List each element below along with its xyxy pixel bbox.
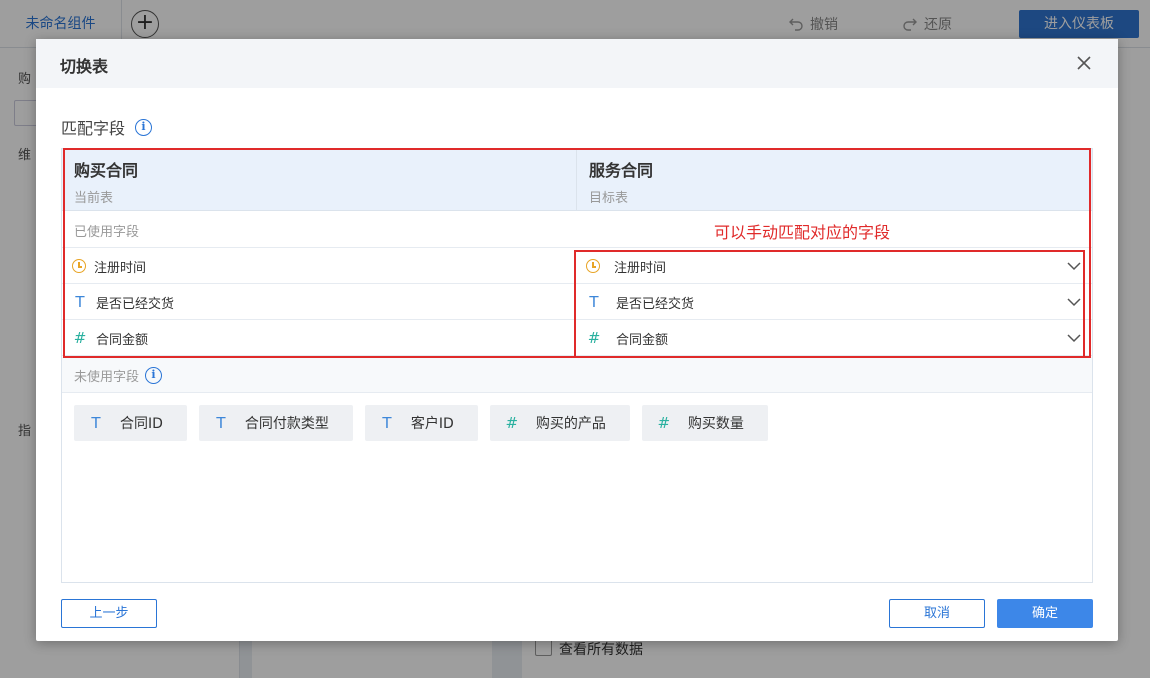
- chip-label: 合同付款类型: [244, 416, 329, 432]
- switch-table-dialog: 切换表 匹配字段 i 购买合同 当前表 服务合同 目标表 已使用字段 可以手动匹…: [36, 39, 1118, 641]
- target-field-select[interactable]: 注册时间: [576, 248, 1092, 284]
- current-field: T 是否已经交货: [62, 284, 574, 320]
- current-field-label: 是否已经交货: [96, 296, 175, 312]
- unused-fields-label-group: 未使用字段 i: [74, 366, 163, 385]
- target-table-subtitle: 目标表: [589, 191, 629, 206]
- text-type-icon: T: [589, 293, 599, 311]
- chip-label: 购买的产品: [535, 416, 606, 432]
- dialog-title: 切换表: [60, 57, 109, 76]
- target-field-value: 注册时间: [614, 260, 667, 276]
- number-type-icon: #: [657, 414, 671, 432]
- text-type-icon: T: [75, 293, 85, 311]
- text-type-icon: T: [91, 414, 101, 432]
- target-field-select[interactable]: T 是否已经交货: [576, 284, 1092, 320]
- used-fields-header: 已使用字段 可以手动匹配对应的字段: [62, 211, 1092, 248]
- target-field-value: 是否已经交货: [616, 296, 695, 312]
- current-field: 注册时间: [62, 248, 574, 284]
- clock-icon: [72, 259, 86, 273]
- chip-label: 客户ID: [410, 416, 454, 432]
- chevron-down-icon[interactable]: [1066, 330, 1082, 346]
- current-table-subtitle: 当前表: [74, 191, 114, 206]
- target-field-value: 合同金额: [616, 332, 669, 348]
- clock-icon: [586, 259, 600, 273]
- current-table-column: 购买合同 当前表: [62, 149, 577, 211]
- field-chip[interactable]: T 合同ID: [74, 405, 187, 441]
- close-icon[interactable]: [1074, 53, 1094, 73]
- match-fields-heading: 匹配字段 i: [61, 115, 153, 139]
- field-chip[interactable]: # 购买数量: [641, 405, 768, 441]
- chevron-down-icon[interactable]: [1066, 294, 1082, 310]
- current-field: # 合同金额: [62, 320, 574, 356]
- used-fields-label: 已使用字段: [74, 225, 140, 240]
- text-type-icon: T: [382, 414, 392, 432]
- previous-step-button[interactable]: 上一步: [61, 599, 157, 628]
- unused-fields-label: 未使用字段: [74, 370, 140, 385]
- field-chip[interactable]: # 购买的产品: [489, 405, 630, 441]
- annotation-text: 可以手动匹配对应的字段: [714, 223, 891, 242]
- current-field-label: 注册时间: [94, 260, 147, 276]
- info-icon[interactable]: i: [135, 118, 153, 136]
- unused-field-chips: T 合同ID T 合同付款类型 T 客户ID # 购买的产品 # 购买数量: [74, 405, 768, 441]
- field-chip[interactable]: T 合同付款类型: [198, 405, 353, 441]
- info-icon[interactable]: i: [145, 367, 163, 384]
- field-row: T 是否已经交货 T 是否已经交货: [62, 284, 1092, 320]
- confirm-button[interactable]: 确定: [997, 599, 1093, 628]
- field-chip[interactable]: T 客户ID: [364, 405, 478, 441]
- chevron-down-icon[interactable]: [1066, 258, 1082, 274]
- number-type-icon: #: [587, 329, 601, 347]
- table-header: 购买合同 当前表 服务合同 目标表: [62, 149, 1092, 211]
- field-match-table: 购买合同 当前表 服务合同 目标表 已使用字段 可以手动匹配对应的字段 注册时间…: [61, 148, 1093, 583]
- chip-label: 合同ID: [120, 416, 163, 432]
- cancel-button[interactable]: 取消: [889, 599, 985, 628]
- number-type-icon: #: [73, 329, 87, 347]
- current-table-name: 购买合同: [74, 161, 139, 180]
- match-fields-title: 匹配字段: [61, 119, 126, 138]
- current-field-label: 合同金额: [96, 332, 149, 348]
- target-table-column: 服务合同 目标表: [577, 149, 1092, 211]
- number-type-icon: #: [505, 414, 519, 432]
- chip-label: 购买数量: [687, 416, 744, 432]
- text-type-icon: T: [216, 414, 226, 432]
- dialog-header: 切换表: [36, 39, 1118, 88]
- target-table-name: 服务合同: [589, 161, 654, 180]
- field-row: 注册时间 注册时间: [62, 248, 1092, 284]
- target-field-select[interactable]: # 合同金额: [576, 320, 1092, 356]
- field-row: # 合同金额 # 合同金额: [62, 320, 1092, 356]
- unused-fields-header: 未使用字段 i: [62, 357, 1092, 393]
